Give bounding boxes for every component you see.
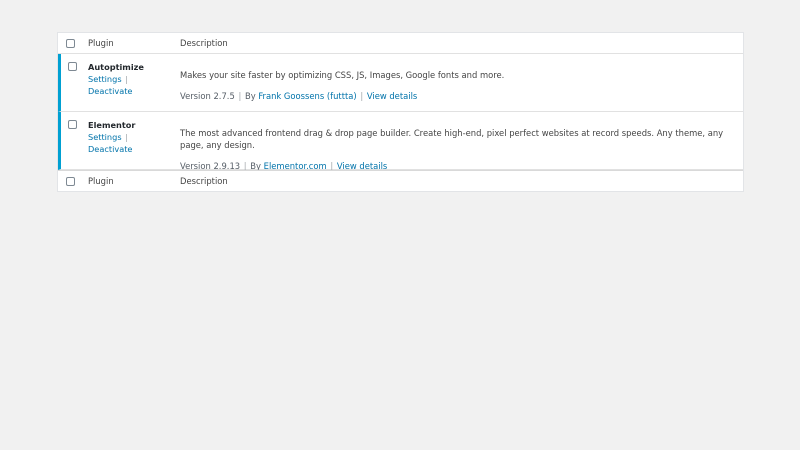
plugin-meta: Version 2.7.5 | By Frank Goossens (futtt… [180,90,743,102]
plugin-row-elementor: Elementor Settings | Deactivate The most… [58,112,743,171]
plugin-description-cell: The most advanced frontend drag & drop p… [176,112,743,171]
table-header-row: Plugin Description [58,33,743,54]
select-all-checkbox[interactable] [66,38,75,48]
plugin-title-cell: Elementor Settings | Deactivate [83,112,176,169]
plugin-description: Makes your site faster by optimizing CSS… [180,70,505,80]
plugin-name: Elementor [88,120,136,130]
table-footer-row: Plugin Description [58,170,743,191]
description-column-label: Description [180,38,228,48]
meta-separator: | [360,91,364,101]
plugin-column-label: Plugin [88,38,114,48]
plugin-version: Version 2.7.5 [180,91,235,101]
author-link[interactable]: Frank Goossens (futtta) [258,91,356,101]
description-column-footer: Description [176,176,743,186]
plugin-column-footer[interactable]: Plugin [83,176,176,186]
plugin-name: Autoptimize [88,62,144,72]
view-details-link[interactable]: View details [367,91,417,101]
plugin-column-header[interactable]: Plugin [83,38,176,48]
action-separator: | [125,132,128,142]
plugin-description-cell: Makes your site faster by optimizing CSS… [176,54,743,111]
description-column-header: Description [176,38,743,48]
plugin-description: The most advanced frontend drag & drop p… [180,128,724,150]
select-plugin-elementor-checkbox[interactable] [67,120,77,129]
row-actions: Settings | Deactivate [88,131,176,155]
settings-link[interactable]: Settings [88,132,122,142]
select-plugin-autoptimize-checkbox[interactable] [67,62,77,71]
settings-link[interactable]: Settings [88,74,122,84]
select-all-footer-checkbox[interactable] [66,176,75,186]
plugin-title-cell: Autoptimize Settings | Deactivate [83,54,176,111]
select-all-cell [58,176,83,186]
select-all-cell [58,38,83,48]
row-actions: Settings | Deactivate [88,73,176,97]
plugin-column-label: Plugin [88,176,114,186]
by-label: By [244,91,256,101]
description-column-label: Description [180,176,228,186]
meta-separator: | [238,91,242,101]
select-cell [61,54,83,111]
deactivate-link[interactable]: Deactivate [88,144,132,154]
action-separator: | [125,74,128,84]
select-cell [61,112,83,169]
deactivate-link[interactable]: Deactivate [88,86,132,96]
plugin-row-autoptimize: Autoptimize Settings | Deactivate Makes … [58,54,743,112]
plugins-table: Plugin Description Autoptimize Settings … [57,32,744,192]
